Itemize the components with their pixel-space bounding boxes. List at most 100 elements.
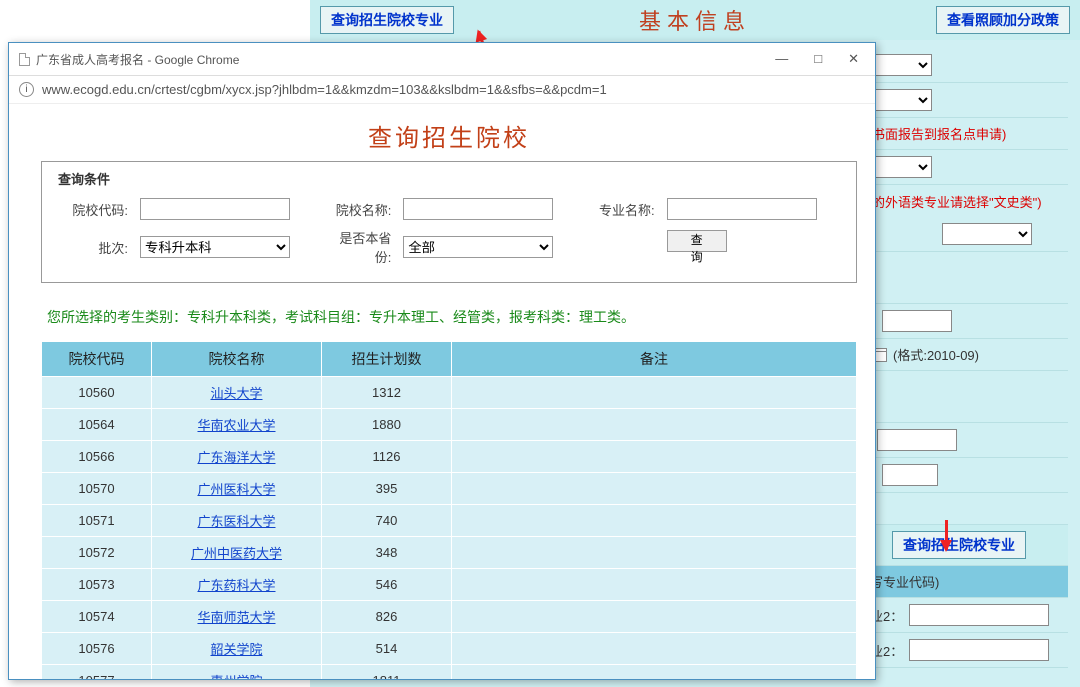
chrome-titlebar[interactable]: 广东省成人高考报名 - Google Chrome — □ ✕: [9, 43, 875, 76]
table-row: 10560 汕头大学 1312: [42, 377, 857, 409]
school-link[interactable]: 广东海洋大学: [197, 450, 275, 465]
school-name-input[interactable]: [403, 198, 553, 220]
cell-name: 华南师范大学: [152, 601, 322, 633]
cell-name: 韶关学院: [152, 633, 322, 665]
bg-title: 基本信息: [454, 4, 936, 36]
fieldset-legend: 查询条件: [54, 169, 114, 188]
view-policy-button[interactable]: 查看照顾加分政策: [936, 6, 1070, 34]
cell-plan: 1126: [322, 441, 452, 473]
cell-plan: 740: [322, 505, 452, 537]
school-link[interactable]: 惠州学院: [210, 674, 262, 679]
cell-plan: 514: [322, 633, 452, 665]
cell-code: 10572: [42, 537, 152, 569]
cell-remark: [452, 633, 857, 665]
province-select[interactable]: 全部: [403, 236, 553, 258]
cell-code: 10576: [42, 633, 152, 665]
batch-select[interactable]: 专科升本科: [140, 236, 290, 258]
cell-name: 广州中医药大学: [152, 537, 322, 569]
school-link[interactable]: 广东医科大学: [197, 514, 275, 529]
major-name-input[interactable]: [667, 198, 817, 220]
table-row: 10570广州医科大学395: [42, 473, 857, 505]
cell-name: 惠州学院: [152, 665, 322, 680]
table-row: 10577 惠州学院 1811: [42, 665, 857, 680]
major2-input-b[interactable]: [909, 639, 1049, 661]
cell-plan: 1312: [322, 377, 452, 409]
bg-header: 查询招生院校专业 基本信息 查看照顾加分政策: [310, 0, 1080, 40]
table-row: 10564 华南农业大学 1880: [42, 409, 857, 441]
date-format-label: (格式:2010-09): [893, 345, 979, 364]
table-row: 10572 广州中医药大学 348: [42, 537, 857, 569]
cell-plan: 1880: [322, 409, 452, 441]
table-row: 10571 广东医科大学 740: [42, 505, 857, 537]
cell-remark: [452, 377, 857, 409]
page-icon: [19, 53, 30, 66]
window-close-button[interactable]: ✕: [842, 49, 865, 69]
school-link[interactable]: 汕头大学: [210, 386, 262, 401]
cell-remark: [452, 569, 857, 601]
query-school-major-button[interactable]: 查询招生院校专业: [320, 6, 454, 34]
bg-input-1[interactable]: [882, 310, 952, 332]
bg-select-3[interactable]: [872, 156, 932, 178]
chrome-popup-window: 广东省成人高考报名 - Google Chrome — □ ✕ i www.ec…: [8, 42, 876, 680]
cell-remark: [452, 601, 857, 633]
batch-label: 批次:: [54, 224, 134, 270]
school-link[interactable]: 广州中医药大学: [191, 546, 282, 561]
cell-name: 汕头大学: [152, 377, 322, 409]
results-table: 院校代码 院校名称 招生计划数 备注 10560汕头大学131210564华南农…: [41, 341, 857, 679]
red-arrow-annotation-2: [945, 520, 948, 550]
table-row: 10574华南师范大学826: [42, 601, 857, 633]
table-row: 10573 广东药科大学 546: [42, 569, 857, 601]
school-code-label: 院校代码:: [54, 194, 134, 224]
bg-select-2[interactable]: [872, 89, 932, 111]
cell-remark: [452, 537, 857, 569]
bg-input-2[interactable]: [877, 429, 957, 451]
window-maximize-button[interactable]: □: [808, 49, 828, 69]
window-minimize-button[interactable]: —: [769, 49, 794, 69]
result-banner: 您所选择的考生类别：专科升本科类，考试科目组：专升本理工、经管类，报考科类：理工…: [41, 295, 857, 341]
cell-code: 10564: [42, 409, 152, 441]
cell-plan: 546: [322, 569, 452, 601]
info-icon[interactable]: i: [19, 82, 34, 97]
major-code-note: 写专业代码): [870, 572, 939, 591]
bg-select-1[interactable]: [872, 54, 932, 76]
search-fieldset: 查询条件 院校代码: 院校名称: 专业名称: 批次: 专科升本科 是否本省份: …: [41, 161, 857, 283]
cell-remark: [452, 505, 857, 537]
cell-code: 10566: [42, 441, 152, 473]
chrome-window-title: 广东省成人高考报名 - Google Chrome: [36, 51, 239, 68]
bg-note-1: 书面报告到报名点申请): [872, 124, 1006, 143]
school-link[interactable]: 华南师范大学: [197, 610, 275, 625]
cell-code: 10571: [42, 505, 152, 537]
cell-code: 10570: [42, 473, 152, 505]
cell-code: 10573: [42, 569, 152, 601]
cell-name: 广东药科大学: [152, 569, 322, 601]
url-text: www.ecogd.edu.cn/crtest/cgbm/xycx.jsp?jh…: [42, 82, 607, 97]
cell-remark: [452, 665, 857, 680]
school-link[interactable]: 韶关学院: [210, 642, 262, 657]
col-header-code: 院校代码: [42, 342, 152, 377]
table-row: 10566 广东海洋大学 1126: [42, 441, 857, 473]
chrome-address-bar[interactable]: i www.ecogd.edu.cn/crtest/cgbm/xycx.jsp?…: [9, 76, 875, 104]
school-link[interactable]: 广州医科大学: [197, 482, 275, 497]
query-button[interactable]: 查 询: [667, 230, 727, 252]
major-name-label: 专业名称:: [581, 194, 661, 224]
cell-plan: 348: [322, 537, 452, 569]
school-link[interactable]: 广东药科大学: [197, 578, 275, 593]
col-header-name: 院校名称: [152, 342, 322, 377]
school-link[interactable]: 华南农业大学: [197, 418, 275, 433]
cell-plan: 1811: [322, 665, 452, 680]
bg-input-3[interactable]: [882, 464, 938, 486]
cell-name: 广东医科大学: [152, 505, 322, 537]
cell-name: 广州医科大学: [152, 473, 322, 505]
school-code-input[interactable]: [140, 198, 290, 220]
bg-select-4[interactable]: [942, 223, 1032, 245]
cell-code: 10560: [42, 377, 152, 409]
cell-code: 10574: [42, 601, 152, 633]
cell-code: 10577: [42, 665, 152, 680]
cell-name: 广东海洋大学: [152, 441, 322, 473]
cell-remark: [452, 409, 857, 441]
major2-input-a[interactable]: [909, 604, 1049, 626]
table-row: 10576 韶关学院 514: [42, 633, 857, 665]
col-header-remark: 备注: [452, 342, 857, 377]
query-school-major-button-2[interactable]: 查询招生院校专业: [892, 531, 1026, 559]
cell-remark: [452, 441, 857, 473]
